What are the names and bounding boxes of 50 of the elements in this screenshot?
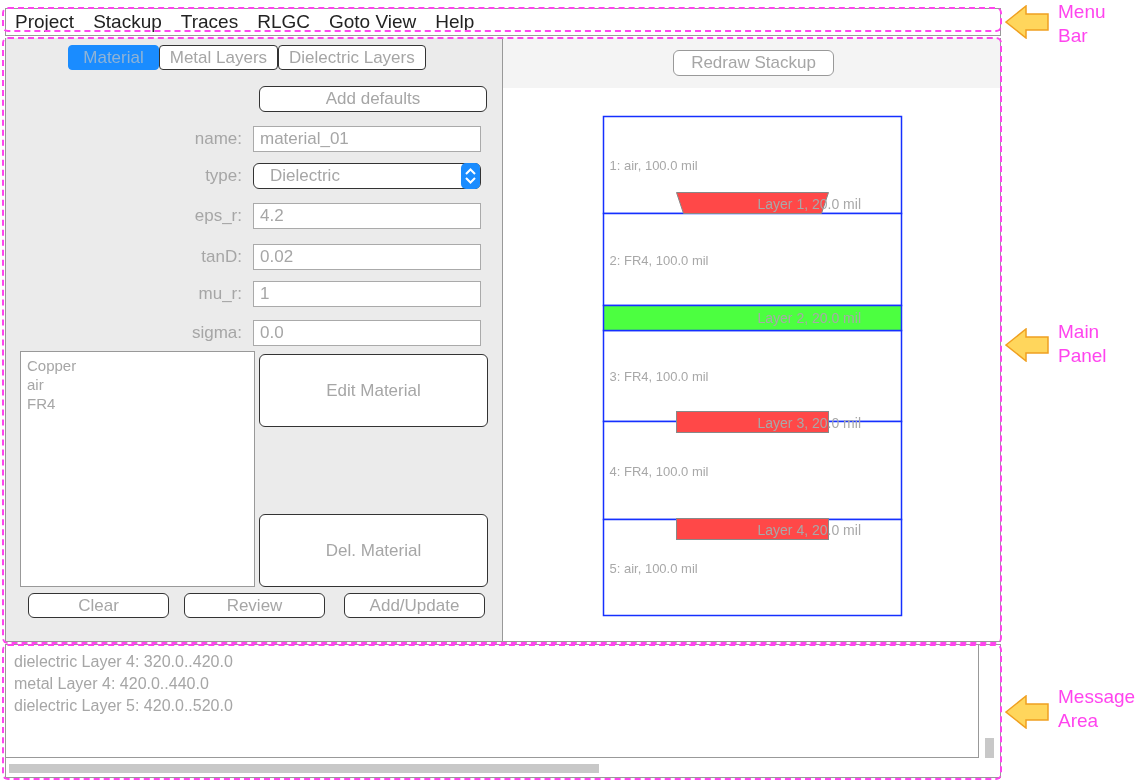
layer-label: 4: FR4, 100.0 mil bbox=[609, 463, 709, 479]
list-item[interactable]: air bbox=[27, 375, 248, 394]
layer-label: 2: FR4, 100.0 mil bbox=[609, 252, 709, 268]
log-line: dielectric Layer 5: 420.0..520.0 bbox=[14, 696, 234, 716]
stepper-icon bbox=[461, 163, 480, 189]
scrollbar-thumb[interactable] bbox=[9, 764, 599, 773]
delete-material-button[interactable]: Del. Material bbox=[259, 514, 488, 587]
text-field[interactable]: material_01 bbox=[253, 126, 481, 152]
list-item[interactable]: Copper bbox=[27, 356, 248, 375]
action-button[interactable]: Review bbox=[184, 593, 325, 618]
redraw-stackup-button[interactable]: Redraw Stackup bbox=[673, 50, 834, 76]
text-field[interactable]: 1 bbox=[253, 281, 481, 307]
annotation-label: Main Panel bbox=[1058, 320, 1107, 368]
add-defaults-button[interactable]: Add defaults bbox=[259, 86, 487, 112]
edit-material-button[interactable]: Edit Material bbox=[259, 354, 488, 427]
text-field[interactable]: 4.2 bbox=[253, 203, 481, 229]
menu-item[interactable]: Traces bbox=[180, 11, 249, 33]
action-button[interactable]: Add/Update bbox=[344, 593, 485, 618]
arrow-icon bbox=[1005, 695, 1049, 729]
menu-item[interactable]: Help bbox=[435, 11, 485, 33]
tab[interactable]: Material bbox=[68, 45, 159, 70]
menu-item[interactable]: Project bbox=[15, 11, 85, 33]
field-label: tanD: bbox=[200, 247, 243, 267]
menu-item[interactable]: Goto View bbox=[328, 11, 427, 33]
layer-label: 5: air, 100.0 mil bbox=[609, 560, 698, 576]
field-label: sigma: bbox=[190, 323, 243, 343]
tab[interactable]: Metal Layers bbox=[158, 45, 279, 70]
log-line: metal Layer 4: 420.0..440.0 bbox=[14, 674, 210, 694]
log-line: dielectric Layer 4: 320.0..420.0 bbox=[14, 652, 234, 672]
layer-label: 1: air, 100.0 mil bbox=[609, 158, 698, 173]
list-item[interactable]: FR4 bbox=[27, 394, 248, 413]
field-label: type: bbox=[204, 166, 243, 186]
layer-label: Layer 2, 20.0 mil bbox=[757, 310, 861, 326]
text-field[interactable]: 0.0 bbox=[253, 320, 481, 346]
materials-list[interactable]: Copper air FR4 bbox=[20, 351, 255, 587]
action-button[interactable]: Clear bbox=[28, 593, 169, 618]
arrow-icon bbox=[1005, 5, 1049, 39]
menu-item[interactable]: Stackup bbox=[93, 11, 172, 33]
arrow-icon bbox=[1005, 328, 1049, 362]
scrollbar-thumb[interactable] bbox=[985, 738, 994, 758]
menu-item[interactable]: RLGC bbox=[257, 11, 320, 33]
tab[interactable]: Dielectric Layers bbox=[278, 45, 426, 70]
field-label: eps_r: bbox=[193, 206, 243, 226]
field-label: mu_r: bbox=[197, 284, 243, 304]
layer-label: 3: FR4, 100.0 mil bbox=[609, 369, 709, 384]
field-label: name: bbox=[193, 129, 243, 149]
annotation-label: Message Area bbox=[1058, 685, 1136, 733]
type-dropdown[interactable]: Dielectric bbox=[253, 163, 481, 189]
annotation-label: Menu Bar bbox=[1058, 0, 1106, 48]
text-field[interactable]: 0.02 bbox=[253, 244, 481, 270]
